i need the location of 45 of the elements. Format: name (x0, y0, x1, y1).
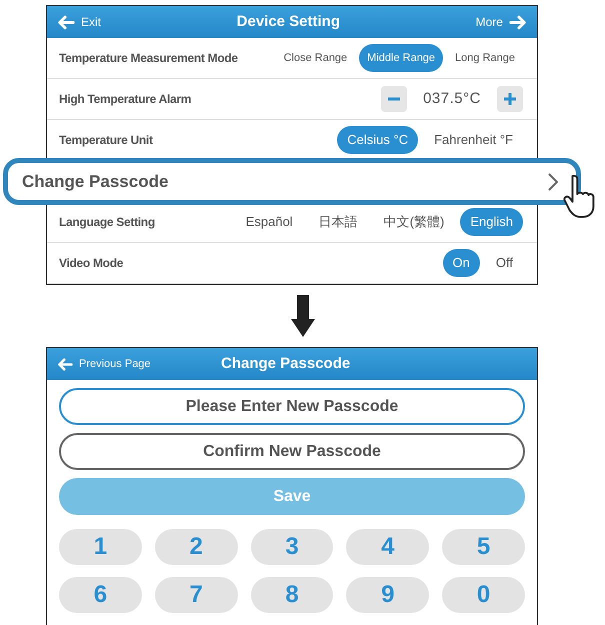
row-label: Language Setting (59, 214, 155, 231)
arrow-down-icon (290, 295, 314, 337)
keypad-key[interactable]: 0 (442, 577, 525, 613)
keypad-key[interactable]: 1 (59, 529, 142, 565)
keypad-key[interactable]: 2 (154, 529, 238, 565)
passcode-field[interactable]: Confirm New Passcode (59, 433, 525, 470)
plus-button[interactable] (497, 86, 523, 112)
save-button[interactable]: Save (59, 478, 525, 515)
row-label: High Temperature Alarm (59, 91, 192, 108)
plus-icon (503, 92, 517, 106)
change-passcode-row[interactable]: Change Passcode (3, 158, 581, 205)
keypad-key[interactable]: 6 (59, 577, 142, 613)
row-label: Change Passcode (22, 170, 168, 193)
option-toggle[interactable]: Celsius °C (337, 126, 418, 154)
previous-page-button[interactable]: Previous Page (57, 356, 221, 372)
chevron-right-icon (548, 172, 558, 190)
keypad-key[interactable]: 8 (250, 577, 334, 613)
arrow-left-icon (57, 14, 75, 30)
arrow-left-icon (57, 358, 73, 370)
keypad-key[interactable]: 4 (346, 529, 430, 565)
option-toggle[interactable]: Off (486, 249, 523, 277)
passcode-field[interactable]: Please Enter New Passcode (59, 388, 525, 425)
option-toggle[interactable]: Fahrenheit °F (424, 126, 523, 154)
arrow-right-icon (508, 14, 527, 30)
keypad-key[interactable]: 3 (250, 529, 334, 565)
option-toggle[interactable]: Long Range (447, 44, 523, 72)
option-toggle[interactable]: On (442, 249, 480, 277)
option-toggle[interactable]: Middle Range (359, 44, 444, 72)
alarm-temperature-value: 037.5°C (422, 88, 482, 109)
option-toggle[interactable]: Close Range (276, 44, 356, 72)
option-toggle[interactable]: English (460, 208, 523, 236)
screen-title: Change Passcode (221, 354, 350, 374)
minus-button[interactable] (381, 86, 407, 112)
keypad-key[interactable]: 9 (346, 577, 430, 613)
more-button[interactable]: More (476, 13, 527, 31)
row-label: Temperature Unit (59, 132, 153, 149)
row-label: Temperature Measurement Mode (59, 50, 238, 67)
screen-title: Device Setting (236, 12, 340, 32)
row-label: Video Mode (59, 255, 124, 272)
keypad-key[interactable]: 7 (154, 577, 238, 613)
option-toggle[interactable]: 中文(繁體) (374, 208, 454, 236)
keypad-key[interactable]: 5 (442, 529, 525, 565)
exit-button[interactable]: Exit (57, 13, 102, 31)
option-toggle[interactable]: Español (236, 208, 303, 236)
option-toggle[interactable]: 日本語 (308, 208, 368, 236)
